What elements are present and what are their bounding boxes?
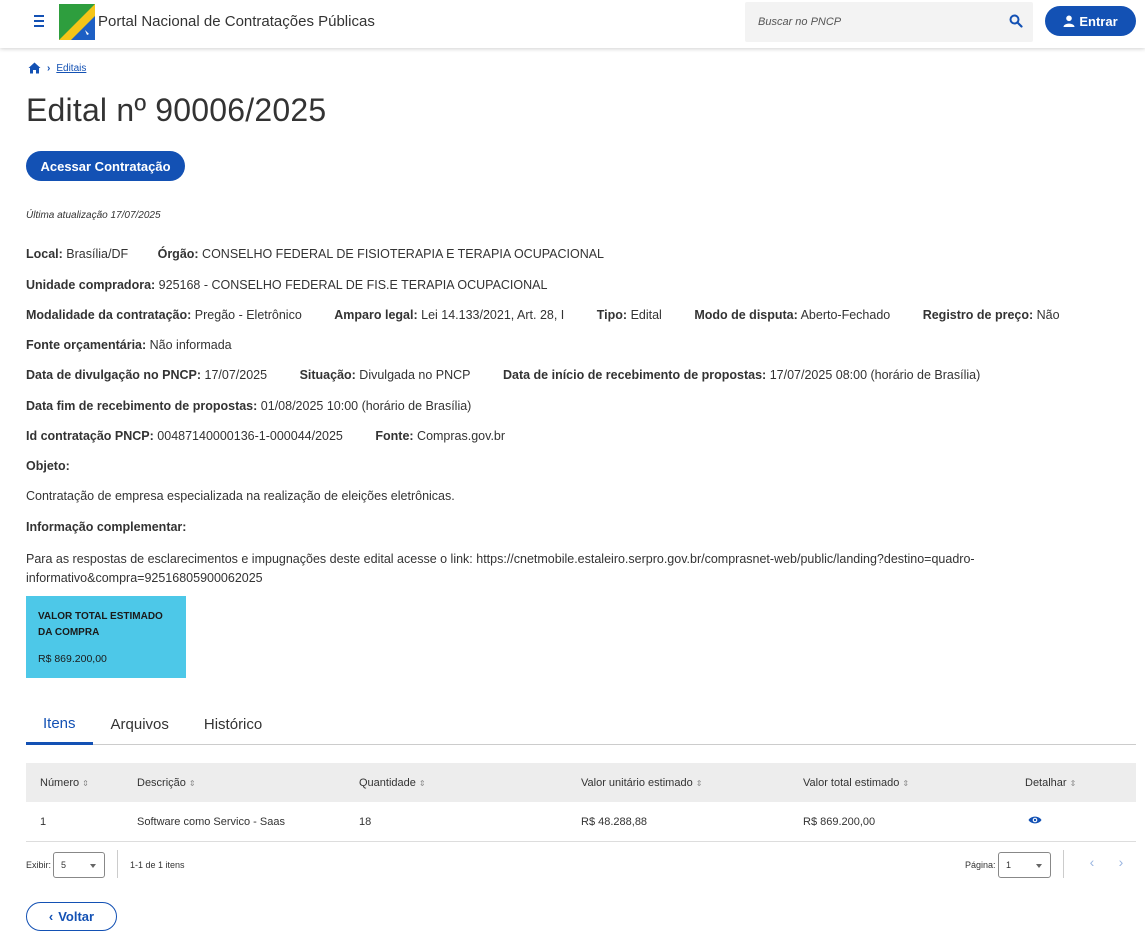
situacao-field: Situação: Divulgada no PNCP bbox=[299, 368, 471, 382]
search-input[interactable] bbox=[745, 2, 1000, 42]
modo-disputa-field: Modo de disputa: Aberto-Fechado bbox=[694, 308, 891, 322]
cell-valor-total: R$ 869.200,00 bbox=[803, 815, 876, 828]
details-row-2: Unidade compradora: 925168 - CONSELHO FE… bbox=[26, 278, 547, 292]
search-icon[interactable] bbox=[1009, 14, 1023, 28]
orgao-field: Órgão: CONSELHO FEDERAL DE FISIOTERAPIA … bbox=[157, 247, 605, 261]
page-size-select[interactable]: 5 bbox=[53, 852, 105, 878]
objeto-text: Contratação de empresa especializada na … bbox=[26, 489, 455, 503]
divider bbox=[117, 850, 118, 878]
top-header: Portal Nacional de Contratações Públicas… bbox=[0, 0, 1145, 48]
value-card-amount: R$ 869.200,00 bbox=[38, 653, 107, 665]
cell-numero: 1 bbox=[40, 815, 47, 828]
chevron-left-icon[interactable]: ‹ bbox=[1084, 854, 1100, 872]
col-header-descricao[interactable]: Descrição ⇕ bbox=[137, 777, 359, 789]
details-row-6: Data fim de recebimento de propostas: 01… bbox=[26, 399, 471, 413]
cell-detalhar bbox=[1025, 815, 1136, 828]
col-header-valor-unitario[interactable]: Valor unitário estimado ⇕ bbox=[581, 777, 803, 789]
tipo-field: Tipo: Edital bbox=[596, 308, 662, 322]
page-number-select[interactable]: 1 bbox=[998, 852, 1051, 878]
divulgacao-field: Data de divulgação no PNCP: 17/07/2025 bbox=[26, 368, 268, 382]
modalidade-field: Modalidade da contratação: Pregão - Elet… bbox=[26, 308, 302, 322]
col-header-numero[interactable]: Número ⇕ bbox=[26, 777, 137, 789]
user-icon bbox=[1063, 15, 1075, 27]
chevron-right-icon[interactable]: › bbox=[1113, 854, 1129, 872]
cell-descricao: Software como Servico - Saas bbox=[137, 815, 285, 828]
items-table: Número ⇕ Descrição ⇕ Quantidade ⇕ Valor uni… bbox=[26, 763, 1136, 842]
sort-icon[interactable]: ⇕ bbox=[696, 779, 703, 788]
fonte-field: Fonte: Compras.gov.br bbox=[375, 429, 506, 443]
back-button[interactable]: ‹ Voltar bbox=[26, 902, 117, 931]
value-card-title: VALOR TOTAL ESTIMADO DA COMPRA bbox=[38, 611, 163, 638]
details-row-1: Local: Brasília/DF Órgão: CONSELHO FEDER… bbox=[26, 247, 604, 261]
site-title[interactable]: Portal Nacional de Contratações Públicas bbox=[98, 13, 375, 30]
breadcrumb-editais-link[interactable]: Editais bbox=[56, 63, 86, 74]
local-field: Local: Brasília/DF bbox=[26, 247, 129, 261]
pagination: Exibir: 5 1-1 de 1 itens Página: 1 ‹ › bbox=[26, 850, 1136, 878]
chevron-right-icon: › bbox=[47, 62, 51, 74]
tab-itens[interactable]: Itens bbox=[26, 704, 93, 745]
range-text: 1-1 de 1 itens bbox=[130, 860, 185, 870]
pagina-label: Página: bbox=[965, 860, 996, 870]
exibir-label: Exibir: bbox=[26, 860, 52, 870]
details-row-5: Data de divulgação no PNCP: 17/07/2025 S… bbox=[26, 368, 980, 382]
col-header-quantidade[interactable]: Quantidade ⇕ bbox=[359, 777, 581, 789]
col-header-valor-total[interactable]: Valor total estimado ⇕ bbox=[803, 777, 1025, 789]
pncp-logo-icon[interactable] bbox=[59, 4, 95, 40]
complementar-label: Informação complementar: bbox=[26, 520, 187, 534]
cell-valor-unitario: R$ 48.288,88 bbox=[581, 815, 648, 828]
details-row-3: Modalidade da contratação: Pregão - Elet… bbox=[26, 308, 1060, 322]
sort-icon[interactable]: ⇕ bbox=[902, 779, 909, 788]
col-header-detalhar[interactable]: Detalhar ⇕ bbox=[1025, 777, 1136, 789]
page-title: Edital nº 90006/2025 bbox=[26, 92, 327, 128]
chevron-left-icon: ‹ bbox=[48, 909, 54, 924]
search-box bbox=[745, 2, 1033, 42]
chevron-down-icon bbox=[1036, 864, 1042, 868]
id-contratacao-field: Id contratação PNCP: 00487140000136-1-00… bbox=[26, 429, 343, 443]
cell-quantidade: 18 bbox=[359, 815, 372, 828]
hamburger-menu-icon[interactable] bbox=[32, 12, 50, 30]
last-update-text: Última atualização 17/07/2025 bbox=[26, 210, 161, 221]
home-icon[interactable] bbox=[28, 62, 41, 74]
complementar-text: Para as respostas de esclarecimentos e i… bbox=[26, 552, 975, 585]
details-row-7: Id contratação PNCP: 00487140000136-1-00… bbox=[26, 429, 505, 443]
eye-icon[interactable] bbox=[1028, 815, 1042, 825]
sort-icon[interactable]: ⇕ bbox=[419, 779, 426, 788]
registro-preco-field: Registro de preço: Não bbox=[922, 308, 1060, 322]
sort-icon[interactable]: ⇕ bbox=[189, 779, 196, 788]
login-button[interactable]: Entrar bbox=[1045, 6, 1136, 36]
login-label: Entrar bbox=[1079, 13, 1118, 29]
inicio-propostas-field: Data de início de recebimento de propost… bbox=[502, 368, 981, 382]
page-number-value: 1 bbox=[1006, 860, 1012, 870]
tab-arquivos[interactable]: Arquivos bbox=[94, 704, 186, 744]
fonte-orcamentaria-field: Fonte orçamentária: Não informada bbox=[26, 338, 232, 352]
unidade-field: Unidade compradora: 925168 - CONSELHO FE… bbox=[26, 278, 548, 292]
objeto-label: Objeto: bbox=[26, 459, 70, 473]
page-size-value: 5 bbox=[61, 860, 67, 870]
access-contracting-button[interactable]: Acessar Contratação bbox=[26, 151, 185, 181]
breadcrumb: › Editais bbox=[28, 62, 86, 74]
tab-bar: Itens Arquivos Histórico bbox=[26, 704, 1136, 745]
amparo-field: Amparo legal: Lei 14.133/2021, Art. 28, … bbox=[334, 308, 565, 322]
back-label: Voltar bbox=[58, 909, 95, 924]
tab-historico[interactable]: Histórico bbox=[187, 704, 279, 744]
divider bbox=[1063, 850, 1064, 878]
sort-icon[interactable]: ⇕ bbox=[82, 779, 89, 788]
table-row: 1 Software como Servico - Saas 18 R$ 48.… bbox=[26, 802, 1136, 842]
estimated-value-card: VALOR TOTAL ESTIMADO DA COMPRA R$ 869.20… bbox=[26, 596, 186, 678]
fim-propostas-field: Data fim de recebimento de propostas: 01… bbox=[26, 399, 472, 413]
chevron-down-icon bbox=[90, 864, 96, 868]
details-row-4: Fonte orçamentária: Não informada bbox=[26, 338, 232, 352]
table-header: Número ⇕ Descrição ⇕ Quantidade ⇕ Valor uni… bbox=[26, 763, 1136, 802]
sort-icon[interactable]: ⇕ bbox=[1070, 779, 1077, 788]
